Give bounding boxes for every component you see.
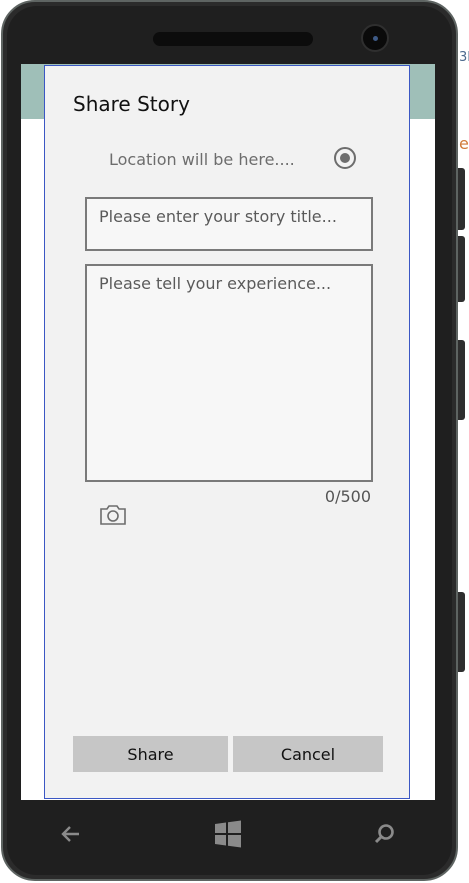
background-page-text: 3L	[459, 50, 469, 65]
story-title-input[interactable]: Please enter your story title...	[85, 197, 373, 251]
power-button	[458, 340, 465, 420]
volume-down-button	[458, 236, 465, 302]
speaker-grille	[153, 32, 313, 46]
cancel-button[interactable]: Cancel	[233, 736, 383, 772]
story-text-area[interactable]: Please tell your experience...	[85, 264, 373, 482]
windows-logo-icon[interactable]	[214, 820, 242, 852]
location-label: Location will be here....	[109, 150, 295, 169]
volume-up-button	[458, 168, 465, 230]
back-arrow-icon[interactable]	[59, 822, 83, 850]
phone-screen: Share Story Location will be here.... Pl…	[21, 64, 435, 800]
dialog-title: Share Story	[73, 92, 190, 116]
search-icon[interactable]	[373, 822, 397, 850]
navigation-bar	[21, 800, 435, 870]
share-button[interactable]: Share	[73, 736, 228, 772]
camera-icon[interactable]	[99, 503, 127, 527]
camera-shutter-button	[458, 592, 465, 672]
radio-dot	[340, 153, 350, 163]
share-story-dialog: Share Story Location will be here.... Pl…	[44, 65, 410, 799]
front-camera	[361, 24, 389, 52]
character-counter: 0/500	[324, 487, 371, 506]
location-radio-icon[interactable]	[334, 147, 356, 169]
background-page-text-2: e	[459, 134, 469, 153]
